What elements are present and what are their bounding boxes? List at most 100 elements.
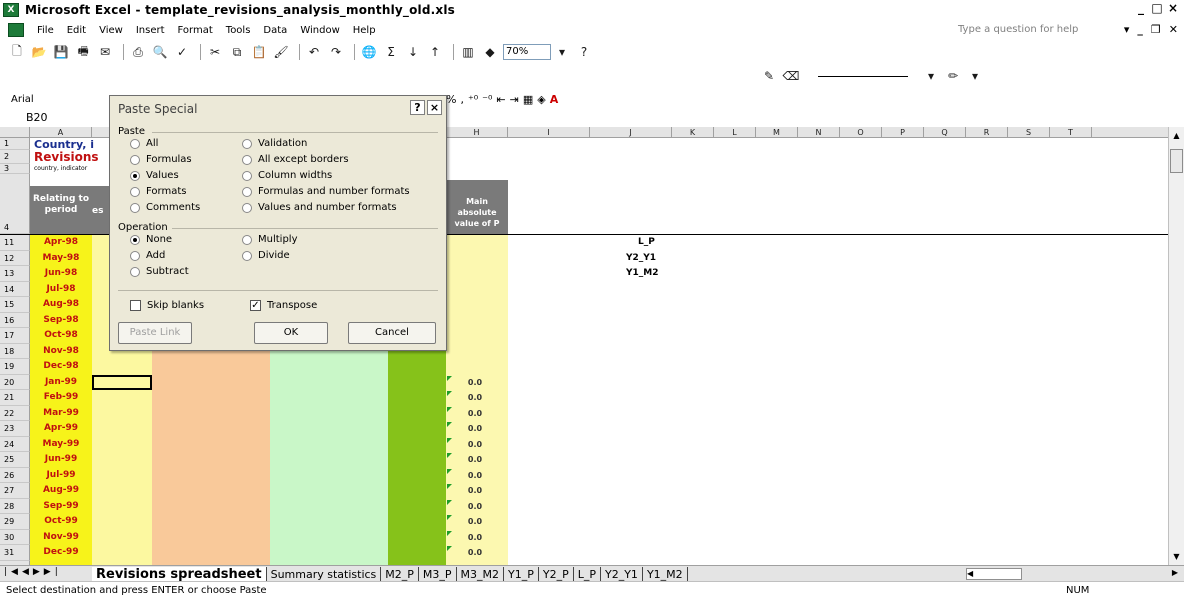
redo-icon[interactable]: ↷ xyxy=(327,44,345,60)
minimize-button[interactable]: _ xyxy=(1134,2,1148,16)
sheet-tab-y1-m2[interactable]: Y1_M2 xyxy=(643,566,688,582)
absolute-value-cell[interactable]: 0.0 xyxy=(450,499,500,515)
comma-style-icon[interactable]: , xyxy=(460,93,464,106)
period-cell[interactable]: Oct-99 xyxy=(30,514,92,530)
column-header-a[interactable]: A xyxy=(30,127,92,138)
column-header-k[interactable]: K xyxy=(672,127,714,138)
menu-data[interactable]: Data xyxy=(263,25,287,36)
column-header-l[interactable]: L xyxy=(714,127,756,138)
period-cell[interactable]: Jul-99 xyxy=(30,468,92,484)
sheet-tab-l-p[interactable]: L_P xyxy=(574,566,601,582)
period-cell[interactable]: Apr-99 xyxy=(30,421,92,437)
tab-navigation-icons[interactable]: |◀◀▶▶| xyxy=(4,567,62,577)
row-header[interactable]: 20 xyxy=(0,374,30,390)
chevron-down-icon[interactable]: ▾ xyxy=(1124,23,1130,36)
period-cell[interactable]: May-98 xyxy=(30,251,92,267)
paste-icon[interactable]: 📋 xyxy=(250,44,268,60)
decrease-indent-icon[interactable]: ⇤ xyxy=(496,93,505,106)
open-icon[interactable]: 📂 xyxy=(30,44,48,60)
menu-insert[interactable]: Insert xyxy=(136,25,165,36)
row-header[interactable]: 13 xyxy=(0,266,30,282)
operation-radio-button[interactable] xyxy=(242,234,252,245)
paste-radio-comments[interactable]: Comments xyxy=(130,202,200,213)
row-header[interactable]: 2 xyxy=(0,150,30,164)
operation-radio-button[interactable] xyxy=(130,250,140,261)
sheet-tab-y2-y1[interactable]: Y2_Y1 xyxy=(601,566,643,582)
borders-icon[interactable]: ▦ xyxy=(523,93,533,106)
copy-icon[interactable]: ⧉ xyxy=(228,44,246,60)
menu-help[interactable]: Help xyxy=(353,25,376,36)
absolute-value-cell[interactable]: 0.0 xyxy=(450,514,500,530)
absolute-value-cell[interactable]: 0.0 xyxy=(450,390,500,406)
cut-icon[interactable]: ✂ xyxy=(206,44,224,60)
column-header-h[interactable]: H xyxy=(446,127,508,138)
hyperlink-icon[interactable]: 🌐 xyxy=(360,44,378,60)
save-icon[interactable]: 💾 xyxy=(52,44,70,60)
chevron-down-icon[interactable]: ▾ xyxy=(922,68,940,84)
paste-radio-all-except-borders[interactable]: All except borders xyxy=(242,154,349,165)
chevron-down-icon[interactable]: ▾ xyxy=(553,44,571,60)
print-icon[interactable]: ⎙ xyxy=(129,44,147,60)
chart-wizard-icon[interactable]: ▥ xyxy=(459,44,477,60)
period-cell[interactable]: Jun-99 xyxy=(30,452,92,468)
period-cell[interactable]: Apr-98 xyxy=(30,235,92,251)
menu-view[interactable]: View xyxy=(99,25,123,36)
decrease-decimal-icon[interactable]: ⁻⁰ xyxy=(482,93,492,106)
row-header[interactable]: 18 xyxy=(0,343,30,359)
absolute-value-cell[interactable]: 0.0 xyxy=(450,468,500,484)
scroll-thumb[interactable] xyxy=(1170,149,1183,173)
sheet-label-l-p[interactable]: L_P xyxy=(638,237,655,247)
increase-indent-icon[interactable]: ⇥ xyxy=(510,93,519,106)
menu-edit[interactable]: Edit xyxy=(67,25,86,36)
format-painter-icon[interactable]: 🖌 xyxy=(272,44,290,60)
column-header-n[interactable]: N xyxy=(798,127,840,138)
row-header[interactable]: 31 xyxy=(0,545,30,561)
row-header[interactable]: 23 xyxy=(0,421,30,437)
absolute-value-cell[interactable]: 0.0 xyxy=(450,437,500,453)
sheet-tab-revisions-spreadsheet[interactable]: Revisions spreadsheet xyxy=(92,566,267,582)
row-header[interactable]: 14 xyxy=(0,281,30,297)
period-cell[interactable]: Aug-98 xyxy=(30,297,92,313)
ok-button[interactable]: OK xyxy=(254,322,328,344)
transpose-checkbox[interactable]: ✓ Transpose xyxy=(250,300,317,311)
fill-color-icon[interactable]: ◈ xyxy=(537,93,545,106)
sheet-label-y1-m2[interactable]: Y1_M2 xyxy=(626,268,659,278)
help-icon[interactable]: ? xyxy=(575,44,593,60)
operation-radio-button[interactable] xyxy=(242,250,252,261)
row-header[interactable]: 12 xyxy=(0,250,30,266)
column-header-m[interactable]: M xyxy=(756,127,798,138)
sheet-tab-y2-p[interactable]: Y2_P xyxy=(539,566,574,582)
draw-border-icon[interactable]: ✎ xyxy=(760,68,778,84)
workbook-icon[interactable] xyxy=(8,23,24,37)
doc-minimize-icon[interactable]: _ xyxy=(1137,23,1143,36)
period-cell[interactable]: Jan-99 xyxy=(30,375,92,391)
dialog-help-button[interactable]: ? xyxy=(410,100,425,115)
erase-border-icon[interactable]: ⌫ xyxy=(782,68,800,84)
period-cell[interactable]: Sep-99 xyxy=(30,499,92,515)
name-box[interactable]: B20 xyxy=(6,110,86,126)
period-cell[interactable]: Nov-99 xyxy=(30,530,92,546)
skip-blanks-box[interactable] xyxy=(130,300,141,311)
period-cell[interactable]: Jul-98 xyxy=(30,282,92,298)
doc-close-icon[interactable]: ✕ xyxy=(1169,23,1178,36)
undo-icon[interactable]: ↶ xyxy=(305,44,323,60)
doc-restore-icon[interactable]: ❐ xyxy=(1151,23,1161,36)
drawing-icon[interactable]: ◆ xyxy=(481,44,499,60)
absolute-value-cell[interactable]: 0.0 xyxy=(450,452,500,468)
paste-radio-all[interactable]: All xyxy=(130,138,158,149)
paste-radio-button[interactable] xyxy=(130,202,140,213)
dialog-close-button[interactable]: × xyxy=(427,100,442,115)
row-header[interactable]: 24 xyxy=(0,436,30,452)
help-question-input[interactable]: Type a question for help xyxy=(956,23,1092,38)
line-color-icon[interactable]: ✏ xyxy=(944,68,962,84)
excel-app-icon[interactable]: X xyxy=(3,3,19,17)
menu-tools[interactable]: Tools xyxy=(226,25,251,36)
percent-style-icon[interactable]: % xyxy=(446,93,456,106)
paste-radio-button[interactable] xyxy=(130,138,140,149)
row-header[interactable]: 17 xyxy=(0,328,30,344)
row-header[interactable]: 11 xyxy=(0,235,30,251)
paste-radio-button[interactable] xyxy=(242,170,252,181)
operation-radio-button[interactable] xyxy=(130,234,140,245)
menu-file[interactable]: File xyxy=(37,25,54,36)
chevron-down-icon[interactable]: ▾ xyxy=(966,68,984,84)
